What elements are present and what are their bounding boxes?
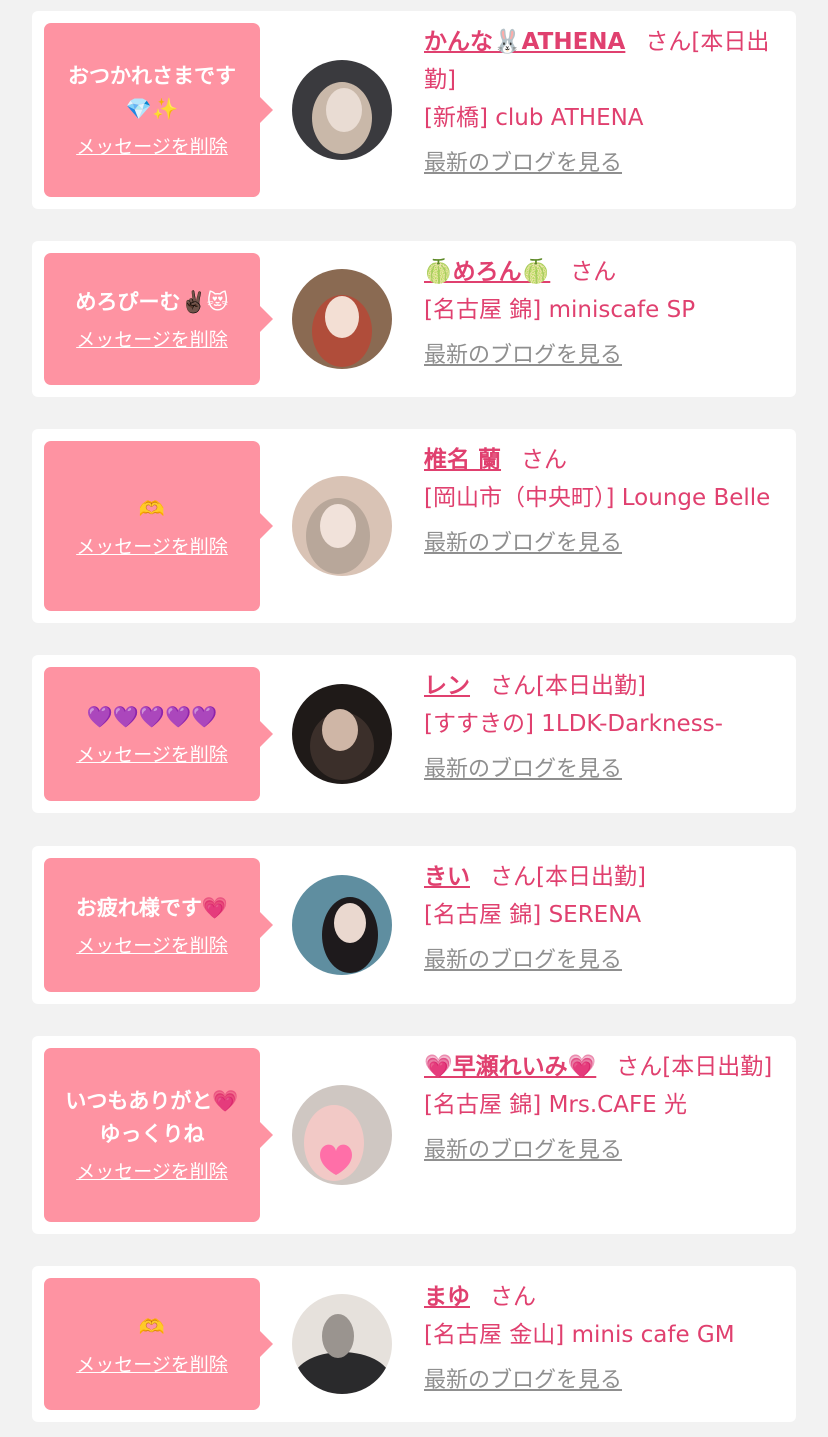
avatar[interactable] bbox=[292, 269, 392, 369]
message-bubble: めろぴーむ✌🏿😻 メッセージを削除 bbox=[44, 253, 273, 385]
avatar[interactable] bbox=[292, 60, 392, 160]
delete-message-link[interactable]: メッセージを削除 bbox=[76, 933, 228, 959]
delete-message-link[interactable]: メッセージを削除 bbox=[76, 134, 228, 160]
honorific-label: さん[本日出勤] bbox=[490, 673, 646, 699]
message-card: 🫶 メッセージを削除 椎名 蘭さん [岡山市（中央町）] Lounge Bell… bbox=[32, 429, 796, 623]
message-bubble: 🫶 メッセージを削除 bbox=[44, 1278, 273, 1410]
message-text: おつかれさまです 💎✨ bbox=[68, 64, 236, 121]
girl-name-link[interactable]: 椎名 蘭 bbox=[424, 447, 501, 473]
shop-label: [すすきの] 1LDK-Darkness- bbox=[424, 711, 723, 737]
message-text: いつもありがと💗 ゆっくりね bbox=[65, 1089, 239, 1146]
message-text: めろぴーむ✌🏿😻 bbox=[75, 289, 229, 314]
message-bubble: お疲れ様です💗 メッセージを削除 bbox=[44, 858, 273, 992]
shop-label: [名古屋 錦] SERENA bbox=[424, 902, 642, 928]
profile-info: 💗早瀬れいみ💗 さん[本日出勤] [名古屋 錦] Mrs.CAFE 光 最新のブロ… bbox=[424, 1048, 788, 1166]
delete-message-link[interactable]: メッセージを削除 bbox=[76, 534, 228, 560]
latest-blog-link[interactable]: 最新のブログを見る bbox=[424, 946, 788, 976]
message-card: お疲れ様です💗 メッセージを削除 きい さん[本日出勤] [名古屋 錦] SERE… bbox=[32, 846, 796, 1004]
honorific-label: さん bbox=[490, 1284, 536, 1310]
shop-label: [名古屋 金山] minis cafe GM bbox=[424, 1322, 735, 1348]
profile-info: まゆ さん [名古屋 金山] minis cafe GM 最新のブログを見る bbox=[424, 1278, 788, 1396]
girl-name-link[interactable]: レン bbox=[424, 673, 470, 699]
girl-name-link[interactable]: きい bbox=[424, 864, 470, 890]
shop-label: [名古屋 錦] miniscafe SP bbox=[424, 297, 696, 323]
message-text: 💜💜💜💜💜 bbox=[86, 704, 218, 729]
avatar[interactable] bbox=[292, 1085, 392, 1185]
profile-info: きい さん[本日出勤] [名古屋 錦] SERENA 最新のブログを見る bbox=[424, 858, 788, 976]
latest-blog-link[interactable]: 最新のブログを見る bbox=[424, 755, 788, 785]
message-text: 🫶 bbox=[138, 496, 166, 521]
avatar[interactable] bbox=[292, 875, 392, 975]
latest-blog-link[interactable]: 最新のブログを見る bbox=[424, 1366, 788, 1396]
latest-blog-link[interactable]: 最新のブログを見る bbox=[424, 341, 788, 371]
profile-info: 🍈めろん🍈 さん [名古屋 錦] miniscafe SP 最新のブログを見る bbox=[424, 253, 788, 371]
honorific-label: さん bbox=[570, 259, 617, 285]
shop-label: [名古屋 錦] Mrs.CAFE 光 bbox=[424, 1092, 688, 1118]
message-text: 🫶 bbox=[138, 1314, 166, 1339]
message-bubble: おつかれさまです 💎✨ メッセージを削除 bbox=[44, 23, 273, 197]
latest-blog-link[interactable]: 最新のブログを見る bbox=[424, 149, 788, 179]
message-bubble: 🫶 メッセージを削除 bbox=[44, 441, 273, 611]
message-card: 💜💜💜💜💜 メッセージを削除 レン さん[本日出勤] [すすきの] 1LDK-Da… bbox=[32, 655, 796, 813]
honorific-label: さん[本日出勤] bbox=[616, 1054, 773, 1080]
message-card: いつもありがと💗 ゆっくりね メッセージを削除 💗早瀬れいみ💗 さん[本日出勤] … bbox=[32, 1036, 796, 1234]
girl-name-link[interactable]: かんな🐰ATHENA bbox=[424, 29, 625, 55]
profile-info: かんな🐰ATHENA さん[本日出勤] [新橋] club ATHENA 最新のブ… bbox=[424, 23, 788, 179]
delete-message-link[interactable]: メッセージを削除 bbox=[76, 327, 228, 353]
message-bubble: 💜💜💜💜💜 メッセージを削除 bbox=[44, 667, 273, 801]
profile-info: レン さん[本日出勤] [すすきの] 1LDK-Darkness- 最新のブログを… bbox=[424, 667, 788, 785]
message-card: めろぴーむ✌🏿😻 メッセージを削除 🍈めろん🍈 さん [名古屋 錦] minisc… bbox=[32, 241, 796, 397]
honorific-label: さん[本日出勤] bbox=[490, 864, 646, 890]
latest-blog-link[interactable]: 最新のブログを見る bbox=[424, 529, 788, 559]
girl-name-link[interactable]: 💗早瀬れいみ💗 bbox=[424, 1054, 596, 1080]
delete-message-link[interactable]: メッセージを削除 bbox=[76, 742, 228, 768]
message-card: おつかれさまです 💎✨ メッセージを削除 かんな🐰ATHENA さん[本日出勤] … bbox=[32, 11, 796, 209]
profile-info: 椎名 蘭さん [岡山市（中央町）] Lounge Belle 最新のブログを見る bbox=[424, 441, 788, 559]
message-list: おつかれさまです 💎✨ メッセージを削除 かんな🐰ATHENA さん[本日出勤] … bbox=[0, 0, 828, 1437]
honorific-label: さん bbox=[521, 447, 568, 473]
avatar[interactable] bbox=[292, 1294, 392, 1394]
shop-label: [新橋] club ATHENA bbox=[424, 105, 644, 131]
shop-label: [岡山市（中央町）] Lounge Belle bbox=[424, 485, 771, 511]
delete-message-link[interactable]: メッセージを削除 bbox=[76, 1159, 228, 1185]
message-bubble: いつもありがと💗 ゆっくりね メッセージを削除 bbox=[44, 1048, 273, 1222]
latest-blog-link[interactable]: 最新のブログを見る bbox=[424, 1136, 788, 1166]
message-card: 🫶 メッセージを削除 まゆ さん [名古屋 金山] minis cafe GM 最… bbox=[32, 1266, 796, 1422]
message-text: お疲れ様です💗 bbox=[75, 895, 229, 920]
girl-name-link[interactable]: まゆ bbox=[424, 1284, 470, 1310]
delete-message-link[interactable]: メッセージを削除 bbox=[76, 1352, 228, 1378]
avatar[interactable] bbox=[292, 684, 392, 784]
girl-name-link[interactable]: 🍈めろん🍈 bbox=[424, 259, 550, 285]
avatar[interactable] bbox=[292, 476, 392, 576]
